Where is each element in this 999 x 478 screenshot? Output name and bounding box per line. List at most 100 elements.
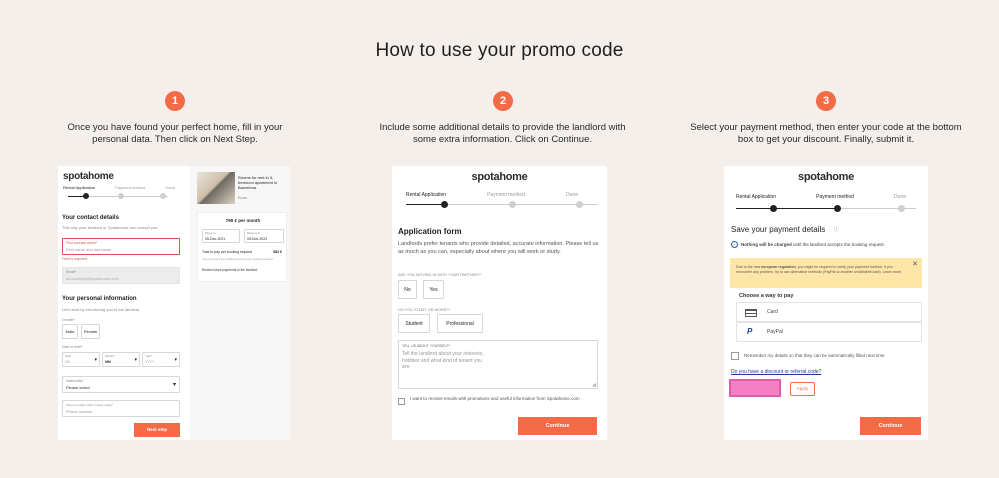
nationality-value: Please select: [66, 385, 90, 390]
personal-heading: Your personal information: [62, 296, 137, 302]
day-label: Day*: [65, 354, 72, 358]
step-text-3: Select your payment method, then enter y…: [690, 122, 962, 145]
partner-no-button[interactable]: No: [398, 280, 417, 299]
check-circle-icon: ✓: [731, 241, 738, 248]
tab-payment-method: Payment method: [816, 194, 854, 200]
email-field-value: sh.example@spotahome.com: [66, 276, 119, 281]
info-icon[interactable]: ⓘ: [834, 226, 839, 233]
credit-card-icon: [745, 309, 757, 317]
step-text-1: Once you have found your perfect home, f…: [67, 122, 283, 145]
move-out-label: Move-out: [247, 231, 260, 235]
promo-emails-label: I want to receive emails with promotions…: [410, 396, 580, 401]
application-intro: Landlords prefer tenants who provide det…: [398, 241, 599, 255]
field-required-error: Field is required: [62, 257, 87, 261]
progress-step-2: [834, 205, 841, 212]
tab-payment-method: Payment method: [115, 185, 146, 190]
gender-label: Gender*: [62, 318, 76, 322]
contact-heading: Your contact details: [62, 215, 119, 221]
personal-subtitle: Let's start by introducing you to the la…: [62, 307, 140, 312]
step-number-1: 1: [165, 91, 185, 111]
regulation-notice-text: Due to the new european regulation, you …: [736, 265, 906, 275]
about-label: TELL US ABOUT YOURSELF*: [402, 344, 450, 348]
continue-button[interactable]: Continue: [518, 417, 597, 435]
review-payments-link[interactable]: Review future payments to the landlord: [202, 268, 257, 272]
progress-step-3: [576, 201, 583, 208]
progress-tabs: Rental Application Payment method Done: [736, 194, 906, 200]
move-in-box[interactable]: Move-in 05-Dec-2021: [202, 229, 240, 243]
listing-title: Rooms for rent in 3-bedroom apartment in…: [238, 175, 278, 190]
payment-heading: Save your payment details: [731, 225, 826, 234]
card-personal-data: spotahome Rental Application Payment met…: [58, 166, 290, 440]
nationality-label: Nationality*: [66, 379, 84, 383]
tab-rental-application: Rental Application: [736, 194, 777, 200]
partner-yes-button[interactable]: Yes: [423, 280, 444, 299]
resize-handle-icon[interactable]: ◢: [592, 382, 596, 388]
tab-done: Done: [165, 185, 175, 190]
progress-step-1: [441, 201, 448, 208]
chevron-down-icon: ▾: [134, 357, 137, 363]
payment-option-paypal[interactable]: P PayPal: [736, 322, 922, 342]
male-button[interactable]: Male: [62, 324, 78, 339]
student-button[interactable]: Student: [398, 314, 430, 333]
year-select[interactable]: Year* YYYY ▾: [142, 352, 180, 367]
nationality-select[interactable]: Nationality* Please select ▾: [62, 376, 180, 393]
step-text-2: Include some additional details to provi…: [379, 122, 626, 145]
tab-payment-method: Payment method: [487, 192, 525, 198]
year-label: Year*: [145, 354, 153, 358]
continue-button[interactable]: Continue: [860, 417, 921, 435]
move-out-box[interactable]: Move-out 05-Nov-2022: [244, 229, 284, 243]
phone-placeholder: Phone number: [66, 409, 93, 414]
notice-pre: Due to the new: [736, 265, 761, 269]
paypal-icon: P: [747, 327, 753, 336]
female-button[interactable]: Female: [81, 324, 100, 339]
contact-subtitle: This way your landlord or Spotahome can …: [62, 225, 158, 230]
progress-step-3: [160, 193, 166, 199]
phone-field[interactable]: Phone number (with country code)* Phone …: [62, 400, 180, 417]
study-work-question: DO YOU STUDY OR WORK?*: [398, 308, 450, 312]
listing-thumbnail: [197, 172, 235, 204]
month-select[interactable]: Month* MM ▾: [102, 352, 140, 367]
progress-step-1: [83, 193, 89, 199]
page-title: How to use your promo code: [375, 40, 624, 61]
progress-step-1: [770, 205, 777, 212]
brand-logo: spotahome: [471, 171, 528, 183]
paypal-option-label: PayPal: [767, 329, 783, 335]
notice-bold: european regulation: [761, 265, 796, 269]
email-field[interactable]: Email* sh.example@spotahome.com: [62, 267, 180, 284]
payment-option-card[interactable]: Card: [736, 302, 922, 322]
name-field[interactable]: First and last name* First name and last…: [62, 238, 180, 255]
progress-bar: [406, 201, 598, 208]
choose-payment-label: Choose a way to pay: [739, 293, 794, 299]
next-step-button[interactable]: Next step: [134, 423, 180, 437]
tab-done: Done: [894, 194, 906, 200]
progress-step-2: [509, 201, 516, 208]
month-label: Month*: [105, 354, 115, 358]
discount-code-input[interactable]: [729, 379, 781, 397]
close-icon[interactable]: ✕: [912, 260, 918, 268]
day-select[interactable]: Day* DD ▾: [62, 352, 100, 367]
nothing-charged-rest: until the landlord accepts the booking r…: [793, 242, 885, 247]
promo-emails-checkbox[interactable]: [398, 398, 405, 405]
card-option-label: Card: [767, 309, 778, 315]
chevron-down-icon: ▾: [174, 357, 177, 363]
month-value: MM: [105, 360, 111, 364]
tab-rental-application: Rental Application: [63, 185, 96, 190]
brand-logo: spotahome: [63, 171, 114, 182]
professional-button[interactable]: Professional: [437, 314, 483, 333]
step-number-2: 2: [493, 91, 513, 111]
total-label: Total to pay per booking request: [202, 250, 252, 254]
partner-question: ARE YOU MOVING IN WITH YOUR PARTNER?*: [398, 273, 482, 277]
application-heading: Application form: [398, 227, 462, 236]
progress-bar: [736, 205, 916, 212]
discount-code-link[interactable]: Do you have a discount or referral code?: [731, 369, 821, 375]
tab-rental-application: Rental Application: [406, 192, 447, 198]
move-in-value: 05-Dec-2021: [205, 237, 226, 241]
move-out-value: 05-Nov-2022: [247, 237, 268, 241]
about-textarea[interactable]: TELL US ABOUT YOURSELF* Tell the landlor…: [398, 340, 598, 389]
phone-label: Phone number (with country code)*: [66, 403, 114, 407]
remember-details-checkbox[interactable]: [731, 352, 739, 360]
brand-logo: spotahome: [798, 171, 854, 183]
about-placeholder: Tell the landlord about your interests, …: [402, 351, 484, 370]
apply-button[interactable]: Apply: [790, 382, 815, 396]
remember-details-label: Remember my details so that they can be …: [744, 353, 885, 358]
